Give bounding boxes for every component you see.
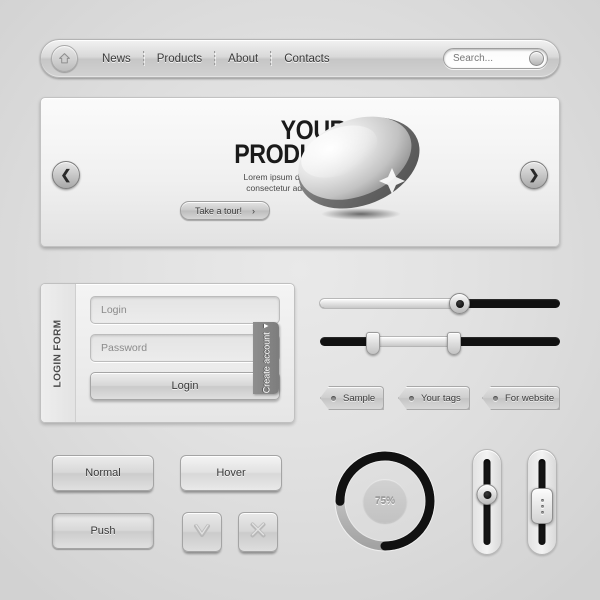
- tag-hole-icon: [409, 395, 414, 401]
- chevron-right-icon: ›: [252, 205, 256, 216]
- home-icon: [57, 51, 72, 66]
- create-account-label: Create account: [261, 331, 272, 393]
- nav-item-about[interactable]: About: [216, 53, 270, 65]
- nav-items: News Products About Contacts: [90, 51, 342, 66]
- tag-hole-icon: [493, 395, 498, 401]
- grip-dot-icon: [540, 510, 544, 514]
- chevron-right-icon: ❯: [528, 167, 540, 182]
- grip-dot-icon: [540, 498, 544, 502]
- login-input[interactable]: [90, 296, 280, 324]
- nav-item-contacts[interactable]: Contacts: [272, 53, 341, 65]
- chevron-left-icon: ❮: [60, 167, 72, 182]
- create-account-tab[interactable]: Create account ▾: [253, 322, 279, 394]
- vertical-slider-round[interactable]: [472, 449, 502, 555]
- ui-kit-canvas: News Products About Contacts YOUR PRODUC…: [0, 0, 600, 600]
- search-input[interactable]: [444, 53, 529, 64]
- grip-dot-icon: [540, 504, 544, 508]
- slider-handle-start[interactable]: [365, 332, 380, 355]
- accept-button[interactable]: [182, 512, 222, 552]
- home-button[interactable]: [51, 45, 78, 72]
- slider-handle[interactable]: [449, 293, 471, 314]
- circular-progress: 75%: [331, 447, 439, 555]
- nav-item-news[interactable]: News: [90, 53, 143, 65]
- horizontal-slider-range[interactable]: [320, 332, 560, 355]
- progress-center: 75%: [363, 479, 407, 523]
- check-icon: [191, 519, 213, 546]
- slider-handle-end[interactable]: [447, 332, 462, 355]
- chevron-down-icon: ▾: [260, 323, 271, 328]
- login-submit-button[interactable]: Login: [90, 372, 280, 400]
- normal-button[interactable]: Normal: [52, 455, 154, 491]
- product-orb-graphic: [287, 113, 433, 223]
- navigation-bar: News Products About Contacts: [40, 39, 560, 78]
- tag-label: Your tags: [421, 392, 461, 404]
- login-form-label: LOGIN FORM: [52, 319, 64, 387]
- slider-handle[interactable]: [476, 484, 498, 505]
- progress-value-label: 75%: [374, 495, 395, 507]
- tag-label: Sample: [343, 392, 376, 404]
- tag-label: For website: [505, 392, 555, 404]
- slider-handle[interactable]: [531, 488, 553, 524]
- slider-fill: [320, 299, 460, 308]
- carousel-next-button[interactable]: ❯: [520, 161, 548, 189]
- take-a-tour-button[interactable]: Take a tour! ›: [180, 201, 270, 220]
- carousel-prev-button[interactable]: ❮: [52, 161, 80, 189]
- tag-your-tags[interactable]: Your tags: [398, 386, 470, 410]
- nav-item-products[interactable]: Products: [145, 53, 214, 65]
- close-icon: [247, 519, 269, 546]
- slider-range-fill: [372, 337, 455, 346]
- password-input[interactable]: [90, 334, 280, 362]
- search-field[interactable]: [443, 48, 548, 69]
- reject-button[interactable]: [238, 512, 278, 552]
- take-a-tour-label: Take a tour!: [194, 205, 243, 216]
- search-submit-button[interactable]: [529, 51, 544, 66]
- tag-sample[interactable]: Sample: [320, 386, 384, 410]
- vertical-slider-rect[interactable]: [527, 449, 557, 555]
- create-account-tab-inner: Create account ▾: [261, 323, 272, 393]
- push-button[interactable]: Push: [52, 513, 154, 549]
- login-form-label-column: LOGIN FORM: [41, 284, 76, 422]
- tag-for-website[interactable]: For website: [482, 386, 560, 410]
- hover-button[interactable]: Hover: [180, 455, 282, 491]
- horizontal-slider-single[interactable]: [320, 293, 560, 314]
- tag-hole-icon: [331, 395, 336, 401]
